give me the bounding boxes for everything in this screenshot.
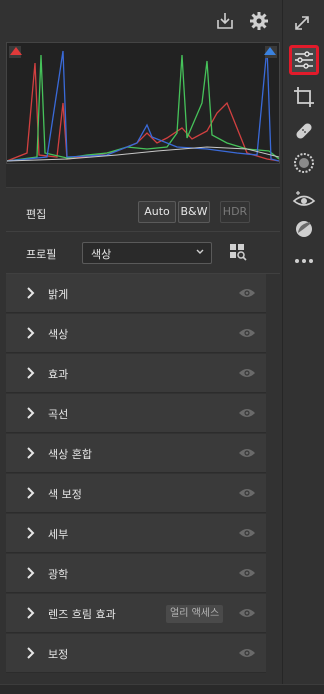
tool-strip <box>282 0 324 694</box>
panel-section[interactable]: 보정 <box>6 634 266 673</box>
panel-label: 색상 <box>48 328 69 341</box>
chevron-right-icon <box>26 647 36 659</box>
visibility-eye-icon[interactable] <box>238 447 256 459</box>
visibility-eye-icon[interactable] <box>238 647 256 659</box>
shadow-clipping-warning-icon[interactable] <box>10 47 22 55</box>
panel-section[interactable]: 효과 <box>6 354 266 393</box>
panel-label: 색상 혼합 <box>48 448 92 461</box>
visibility-eye-icon[interactable] <box>238 487 256 499</box>
bw-button[interactable]: B&W <box>178 201 210 223</box>
top-toolbar <box>0 0 282 42</box>
chevron-right-icon <box>26 327 36 339</box>
panel-section[interactable]: 세부 <box>6 514 266 553</box>
visibility-eye-icon[interactable] <box>238 287 256 299</box>
red-eye-icon[interactable] <box>289 184 319 214</box>
visibility-eye-icon[interactable] <box>238 407 256 419</box>
chevron-right-icon <box>26 527 36 539</box>
panel-section[interactable]: 밝게 <box>6 274 266 313</box>
panel-label: 광학 <box>48 568 69 581</box>
visibility-eye-icon[interactable] <box>238 607 256 619</box>
histogram <box>6 42 280 164</box>
chevron-right-icon <box>26 447 36 459</box>
chevron-right-icon <box>26 407 36 419</box>
visibility-eye-icon[interactable] <box>238 527 256 539</box>
auto-button[interactable]: Auto <box>138 201 176 223</box>
profile-label: 프로필 <box>26 248 57 261</box>
profile-value: 색상 <box>91 248 112 261</box>
profile-browser-icon[interactable] <box>228 242 248 262</box>
highlight-clipping-warning-icon[interactable] <box>264 47 276 55</box>
masking-icon[interactable] <box>289 148 319 178</box>
profile-row: 프로필 색상 <box>6 232 280 274</box>
healing-icon[interactable] <box>289 116 319 146</box>
panel-label: 렌즈 흐림 효과 <box>48 608 116 621</box>
expand-icon[interactable] <box>287 8 317 38</box>
panel-label: 보정 <box>48 648 69 661</box>
sliders-icon[interactable] <box>289 45 319 75</box>
panel-label: 색 보정 <box>48 488 82 501</box>
panel-scroll-gutter[interactable] <box>266 274 280 674</box>
hdr-button[interactable]: HDR <box>220 201 250 223</box>
visibility-eye-icon[interactable] <box>238 567 256 579</box>
more-icon[interactable] <box>289 246 319 276</box>
profile-select[interactable]: 색상 <box>82 242 212 264</box>
export-icon[interactable] <box>214 10 236 32</box>
chevron-right-icon <box>26 607 36 619</box>
panel-label: 밝게 <box>48 288 69 301</box>
chevron-right-icon <box>26 567 36 579</box>
presets-icon[interactable] <box>289 214 319 244</box>
chevron-right-icon <box>26 487 36 499</box>
gear-icon[interactable] <box>248 10 270 32</box>
panel-label: 세부 <box>48 528 69 541</box>
visibility-eye-icon[interactable] <box>238 367 256 379</box>
panel-section[interactable]: 곡선 <box>6 394 266 433</box>
bottom-bar <box>0 684 324 694</box>
edit-header: 편집 Auto B&W HDR <box>6 190 280 232</box>
edit-title: 편집 <box>26 208 47 221</box>
panel-section[interactable]: 색상 혼합 <box>6 434 266 473</box>
chevron-right-icon <box>26 287 36 299</box>
visibility-eye-icon[interactable] <box>238 327 256 339</box>
panel-section[interactable]: 색상 <box>6 314 266 353</box>
panel-section[interactable]: 광학 <box>6 554 266 593</box>
panel-section[interactable]: 렌즈 흐림 효과 얼리 액세스 <box>6 594 266 633</box>
crop-icon[interactable] <box>289 82 319 112</box>
panel-label: 곡선 <box>48 408 69 421</box>
histogram-info-bar <box>6 164 280 188</box>
early-access-badge: 얼리 액세스 <box>166 605 224 623</box>
panel-section[interactable]: 색 보정 <box>6 474 266 513</box>
chevron-down-icon <box>195 247 205 260</box>
chevron-right-icon <box>26 367 36 379</box>
panel-label: 효과 <box>48 368 69 381</box>
